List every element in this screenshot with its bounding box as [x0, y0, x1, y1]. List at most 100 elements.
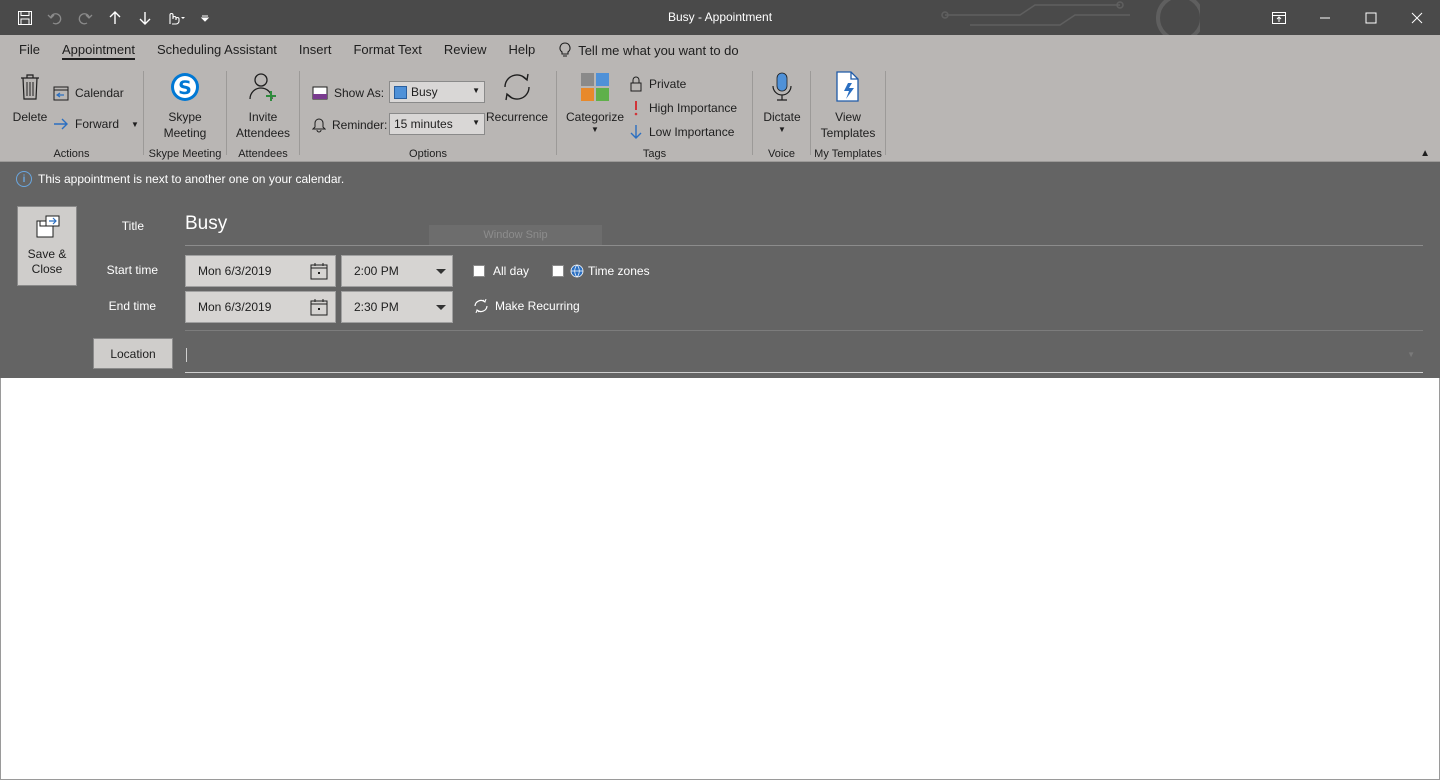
touch-mode-icon[interactable] [162, 5, 188, 31]
save-close-line2: Close [31, 262, 63, 276]
info-text: This appointment is next to another one … [38, 172, 345, 186]
group-actions: Delete Calendar Forward ▼ Actions [0, 69, 143, 162]
invite-attendees-button[interactable]: Invite Attendees [233, 69, 293, 141]
down-arrow-icon[interactable] [132, 5, 158, 31]
private-button[interactable]: Private [629, 73, 686, 95]
up-arrow-icon[interactable] [102, 5, 128, 31]
save-icon[interactable] [12, 5, 38, 31]
location-dropdown-icon[interactable]: ▼ [1407, 350, 1415, 359]
ribbon-display-options-icon[interactable] [1256, 0, 1302, 35]
dictate-dropdown-icon: ▼ [778, 125, 786, 134]
start-date-value: Mon 6/3/2019 [198, 264, 272, 278]
divider [185, 330, 1423, 331]
appointment-body-editor[interactable] [0, 378, 1440, 780]
low-importance-button[interactable]: Low Importance [629, 121, 734, 143]
maximize-icon[interactable] [1348, 0, 1394, 35]
start-time-value: 2:00 PM [354, 264, 399, 278]
start-time-label: Start time [106, 263, 158, 277]
recurrence-icon [500, 69, 534, 105]
title-label: Title [121, 219, 144, 233]
calendar-icon[interactable] [310, 263, 328, 280]
appointment-form: i This appointment is next to another on… [0, 162, 1440, 378]
reminder-value: 15 minutes [394, 117, 453, 131]
chevron-down-icon: ▼ [472, 86, 480, 95]
group-attendees: Invite Attendees Attendees [227, 69, 299, 162]
skype-icon: S [168, 69, 202, 105]
close-icon[interactable] [1394, 0, 1440, 35]
reminder-label: Reminder: [332, 118, 388, 132]
invite-line2: Attendees [235, 126, 291, 140]
group-voice: Dictate ▼ Voice [753, 69, 810, 162]
calendar-button[interactable]: Calendar [53, 82, 124, 104]
view-templates-button[interactable]: View Templates [817, 69, 879, 141]
collapse-ribbon-icon[interactable]: ▲ [1420, 148, 1430, 159]
title-input[interactable]: Busy [185, 206, 1423, 246]
low-importance-label: Low Importance [649, 125, 735, 139]
delete-label: Delete [12, 110, 48, 124]
undo-icon[interactable] [42, 5, 68, 31]
trash-icon [13, 69, 47, 105]
templates-line2: Templates [820, 126, 876, 140]
skype-meeting-button[interactable]: S Skype Meeting [158, 69, 212, 141]
chevron-down-icon: ▼ [472, 118, 480, 127]
globe-icon [570, 264, 584, 278]
microphone-icon [765, 69, 799, 105]
redo-icon[interactable] [72, 5, 98, 31]
high-importance-button[interactable]: High Importance [629, 97, 737, 119]
end-time-dropdown[interactable]: 2:30 PM [341, 291, 453, 323]
end-time-label: End time [108, 299, 156, 313]
skype-line2: Meeting [163, 126, 207, 140]
invite-person-icon [246, 69, 280, 105]
voice-group-label: Voice [768, 148, 795, 160]
start-date-picker[interactable]: Mon 6/3/2019 [185, 255, 336, 287]
calendar-icon[interactable] [310, 299, 328, 316]
tab-review[interactable]: Review [433, 35, 498, 65]
tab-format-text[interactable]: Format Text [342, 35, 432, 65]
tab-insert[interactable]: Insert [288, 35, 343, 65]
time-zones-checkbox[interactable]: Time zones [552, 264, 650, 278]
minimize-icon[interactable] [1302, 0, 1348, 35]
high-importance-label: High Importance [649, 101, 738, 115]
checkbox-box[interactable] [552, 265, 564, 277]
delete-button[interactable]: Delete [12, 69, 48, 125]
customize-icon[interactable] [192, 5, 218, 31]
templates-group-label: My Templates [814, 148, 882, 160]
all-day-checkbox[interactable]: All day [473, 264, 529, 278]
attendees-group-label: Attendees [238, 148, 288, 160]
tab-scheduling-assistant[interactable]: Scheduling Assistant [146, 35, 288, 65]
dictate-label: Dictate [763, 110, 801, 124]
tab-file[interactable]: File [8, 35, 51, 65]
ribbon: Delete Calendar Forward ▼ Actions S Skyp… [0, 65, 1440, 162]
forward-dropdown-icon[interactable]: ▼ [131, 120, 139, 129]
recurrence-button[interactable]: Recurrence [486, 69, 548, 125]
dictate-button[interactable]: Dictate ▼ [759, 69, 805, 135]
quick-access-toolbar [12, 0, 218, 35]
reminder-dropdown[interactable]: 15 minutes ▼ [389, 113, 485, 135]
separator [885, 71, 886, 155]
forward-button[interactable]: Forward ▼ [53, 113, 139, 135]
info-icon: i [16, 171, 32, 187]
categorize-button[interactable]: Categorize ▼ [565, 69, 625, 135]
location-button[interactable]: Location [93, 338, 173, 369]
show-as-dropdown[interactable]: Busy ▼ [389, 81, 485, 103]
start-time-dropdown[interactable]: 2:00 PM [341, 255, 453, 287]
lock-icon [630, 76, 642, 92]
make-recurring-button[interactable]: Make Recurring [473, 299, 580, 313]
tell-me-label: Tell me what you want to do [578, 42, 739, 58]
location-input[interactable]: ▼ [185, 338, 1423, 373]
bell-icon [312, 118, 326, 133]
end-date-picker[interactable]: Mon 6/3/2019 [185, 291, 336, 323]
chevron-down-icon [436, 305, 446, 310]
checkbox-box[interactable] [473, 265, 485, 277]
exclamation-icon [634, 101, 638, 116]
time-zones-label: Time zones [588, 264, 650, 278]
tell-me-search[interactable]: Tell me what you want to do [558, 35, 739, 65]
save-close-icon [36, 215, 60, 238]
recurrence-label: Recurrence [485, 110, 549, 124]
tab-appointment[interactable]: Appointment [51, 35, 146, 65]
private-label: Private [649, 77, 687, 91]
calendar-label: Calendar [75, 86, 124, 100]
save-close-button[interactable]: Save & Close [17, 206, 77, 286]
all-day-label: All day [493, 264, 530, 278]
tab-help[interactable]: Help [497, 35, 546, 65]
